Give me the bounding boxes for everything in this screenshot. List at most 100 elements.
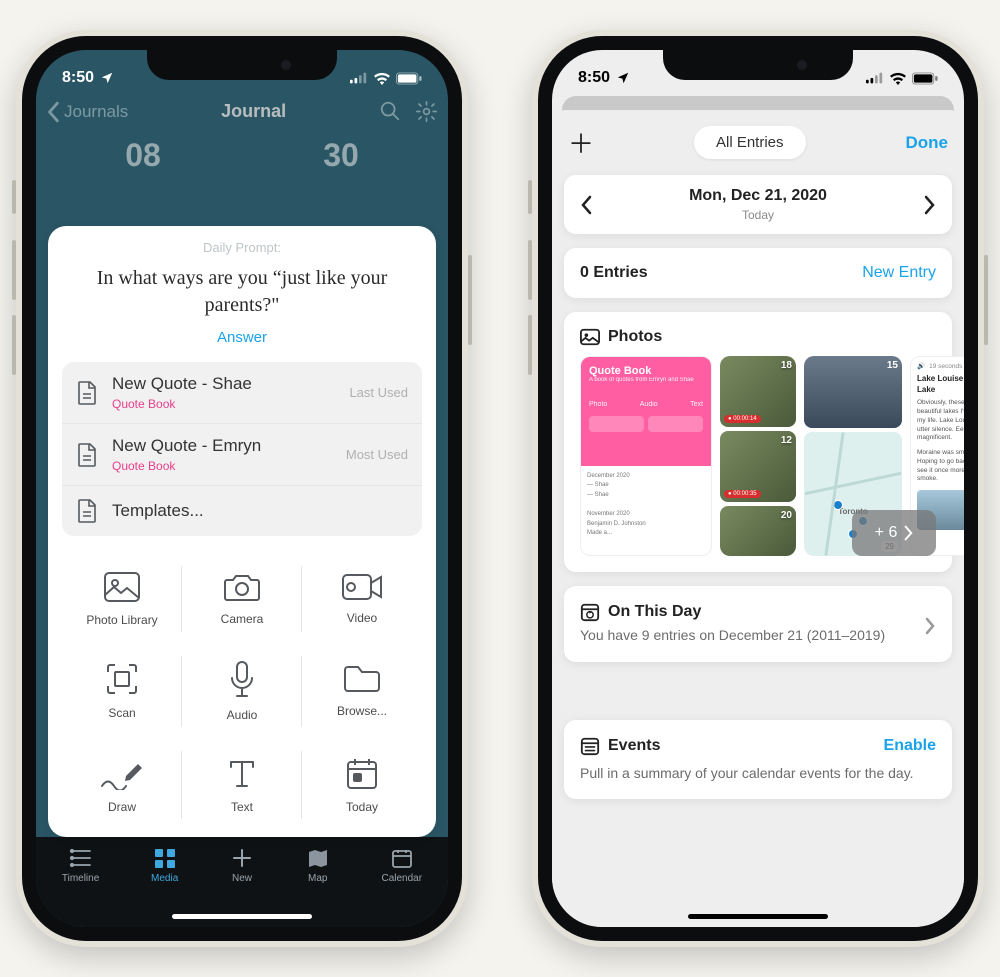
template-title: New Quote - Emryn bbox=[112, 436, 332, 456]
action-label: Camera bbox=[221, 612, 264, 626]
action-label: Draw bbox=[108, 800, 136, 814]
phone-right: 8:50 ＋ All Entries Done bbox=[532, 30, 984, 947]
action-audio[interactable]: Audio bbox=[182, 644, 302, 740]
date-sub: Today bbox=[742, 208, 774, 222]
battery-icon bbox=[912, 72, 938, 85]
thumb-badge: 12 bbox=[781, 435, 792, 446]
calendar-list-icon bbox=[580, 736, 600, 756]
date-card: Mon, Dec 21, 2020 Today bbox=[564, 175, 952, 234]
action-label: Browse... bbox=[337, 704, 387, 718]
plus-icon bbox=[230, 847, 254, 869]
new-entry-button[interactable]: New Entry bbox=[862, 264, 936, 282]
date-title: Mon, Dec 21, 2020 bbox=[689, 187, 827, 205]
wifi-icon bbox=[373, 72, 391, 85]
home-indicator[interactable] bbox=[688, 914, 828, 919]
document-icon bbox=[76, 498, 98, 524]
thumb-badge: 18 bbox=[781, 360, 792, 371]
template-meta: Last Used bbox=[349, 385, 408, 400]
template-row[interactable]: New Quote - Shae Quote Book Last Used bbox=[62, 362, 422, 423]
add-button[interactable]: ＋ bbox=[568, 124, 594, 161]
photo-thumb[interactable]: Quote Book A book of quotes from Emryn a… bbox=[580, 356, 712, 556]
template-sub: Quote Book bbox=[112, 397, 335, 411]
cell-signal-icon bbox=[866, 72, 884, 84]
action-text[interactable]: Text bbox=[182, 739, 302, 831]
photo-icon bbox=[103, 571, 141, 603]
photos-strip[interactable]: Quote Book A book of quotes from Emryn a… bbox=[580, 356, 936, 556]
chevron-right-icon bbox=[924, 616, 936, 636]
enable-button[interactable]: Enable bbox=[884, 737, 936, 755]
template-row[interactable]: New Quote - Emryn Quote Book Most Used bbox=[62, 423, 422, 485]
tab-label: New bbox=[232, 873, 252, 884]
thumb-sub: A book of quotes from Emryn and Shae bbox=[589, 377, 703, 383]
calendar-today-icon bbox=[345, 756, 379, 790]
daily-prompt-text: In what ways are you “just like your par… bbox=[86, 265, 398, 319]
action-draw[interactable]: Draw bbox=[62, 739, 182, 831]
otd-title: On This Day bbox=[608, 603, 701, 621]
location-icon bbox=[616, 71, 630, 85]
phone-left: 8:50 Journals Journal bbox=[16, 30, 468, 947]
photos-icon bbox=[580, 328, 600, 346]
events-sub: Pull in a summary of your calendar event… bbox=[580, 764, 936, 784]
action-label: Today bbox=[346, 800, 378, 814]
filter-pill[interactable]: All Entries bbox=[694, 126, 806, 159]
action-today[interactable]: Today bbox=[302, 739, 422, 831]
text-icon bbox=[227, 756, 257, 790]
more-photos-button[interactable]: + 6 bbox=[852, 510, 936, 556]
calendar-refresh-icon bbox=[580, 602, 600, 622]
done-button[interactable]: Done bbox=[905, 133, 948, 153]
on-this-day-card[interactable]: On This Day You have 9 entries on Decemb… bbox=[564, 586, 952, 662]
template-sub: Quote Book bbox=[112, 459, 332, 473]
action-video[interactable]: Video bbox=[302, 554, 422, 644]
tab-media[interactable]: Media bbox=[151, 847, 178, 884]
tab-label: Media bbox=[151, 873, 178, 884]
next-day-button[interactable] bbox=[922, 195, 936, 215]
tab-label: Map bbox=[308, 873, 327, 884]
folder-icon bbox=[342, 664, 382, 694]
tab-map[interactable]: Map bbox=[306, 847, 330, 884]
template-meta: Most Used bbox=[346, 447, 408, 462]
thumb-badge: 15 bbox=[887, 360, 898, 371]
status-time: 8:50 bbox=[578, 69, 610, 87]
today-modal: ＋ All Entries Done Mon, Dec 21, 2020 Tod… bbox=[552, 110, 964, 927]
thumb-body: Obviously, these are the most beautiful … bbox=[917, 399, 964, 443]
thumb-body: Moraine was smoky and hazy. Hoping to go… bbox=[917, 449, 964, 484]
otd-sub: You have 9 entries on December 21 (2011–… bbox=[580, 626, 924, 646]
chevron-right-icon bbox=[903, 525, 913, 541]
action-label: Scan bbox=[108, 706, 135, 720]
photo-thumb[interactable]: 18● 00:00:14 12● 00:00:35 20 bbox=[720, 356, 796, 556]
thumb-badge: 20 bbox=[781, 510, 792, 521]
video-icon bbox=[341, 573, 383, 601]
action-label: Video bbox=[347, 611, 377, 625]
templates-group: New Quote - Shae Quote Book Last Used New… bbox=[62, 362, 422, 536]
tab-timeline[interactable]: Timeline bbox=[62, 847, 99, 884]
templates-more-row[interactable]: Templates... bbox=[62, 485, 422, 536]
action-photo-library[interactable]: Photo Library bbox=[62, 554, 182, 644]
more-label: + 6 bbox=[875, 524, 898, 542]
tab-new[interactable]: New bbox=[230, 847, 254, 884]
scan-icon bbox=[105, 662, 139, 696]
daily-prompt-label: Daily Prompt: bbox=[62, 240, 422, 255]
action-scan[interactable]: Scan bbox=[62, 644, 182, 740]
timeline-icon bbox=[69, 847, 93, 869]
tab-calendar[interactable]: Calendar bbox=[381, 847, 422, 884]
prev-day-button[interactable] bbox=[580, 195, 594, 215]
action-camera[interactable]: Camera bbox=[182, 554, 302, 644]
home-indicator[interactable] bbox=[172, 914, 312, 919]
media-grid-icon bbox=[153, 847, 177, 869]
action-label: Audio bbox=[227, 708, 258, 722]
tab-label: Calendar bbox=[381, 873, 422, 884]
calendar-icon bbox=[390, 847, 414, 869]
action-label: Text bbox=[231, 800, 253, 814]
entries-card: 0 Entries New Entry bbox=[564, 248, 952, 298]
location-icon bbox=[100, 71, 114, 85]
tab-label: Timeline bbox=[62, 873, 99, 884]
photos-title: Photos bbox=[608, 328, 662, 346]
action-grid: Photo Library Camera Video Scan bbox=[62, 554, 422, 831]
answer-button[interactable]: Answer bbox=[62, 329, 422, 346]
template-title: New Quote - Shae bbox=[112, 374, 335, 394]
action-browse[interactable]: Browse... bbox=[302, 644, 422, 740]
mic-icon bbox=[229, 660, 255, 698]
wifi-icon bbox=[889, 72, 907, 85]
events-card: Events Enable Pull in a summary of your … bbox=[564, 720, 952, 800]
photos-card: Photos Quote Book A book of quotes from … bbox=[564, 312, 952, 572]
